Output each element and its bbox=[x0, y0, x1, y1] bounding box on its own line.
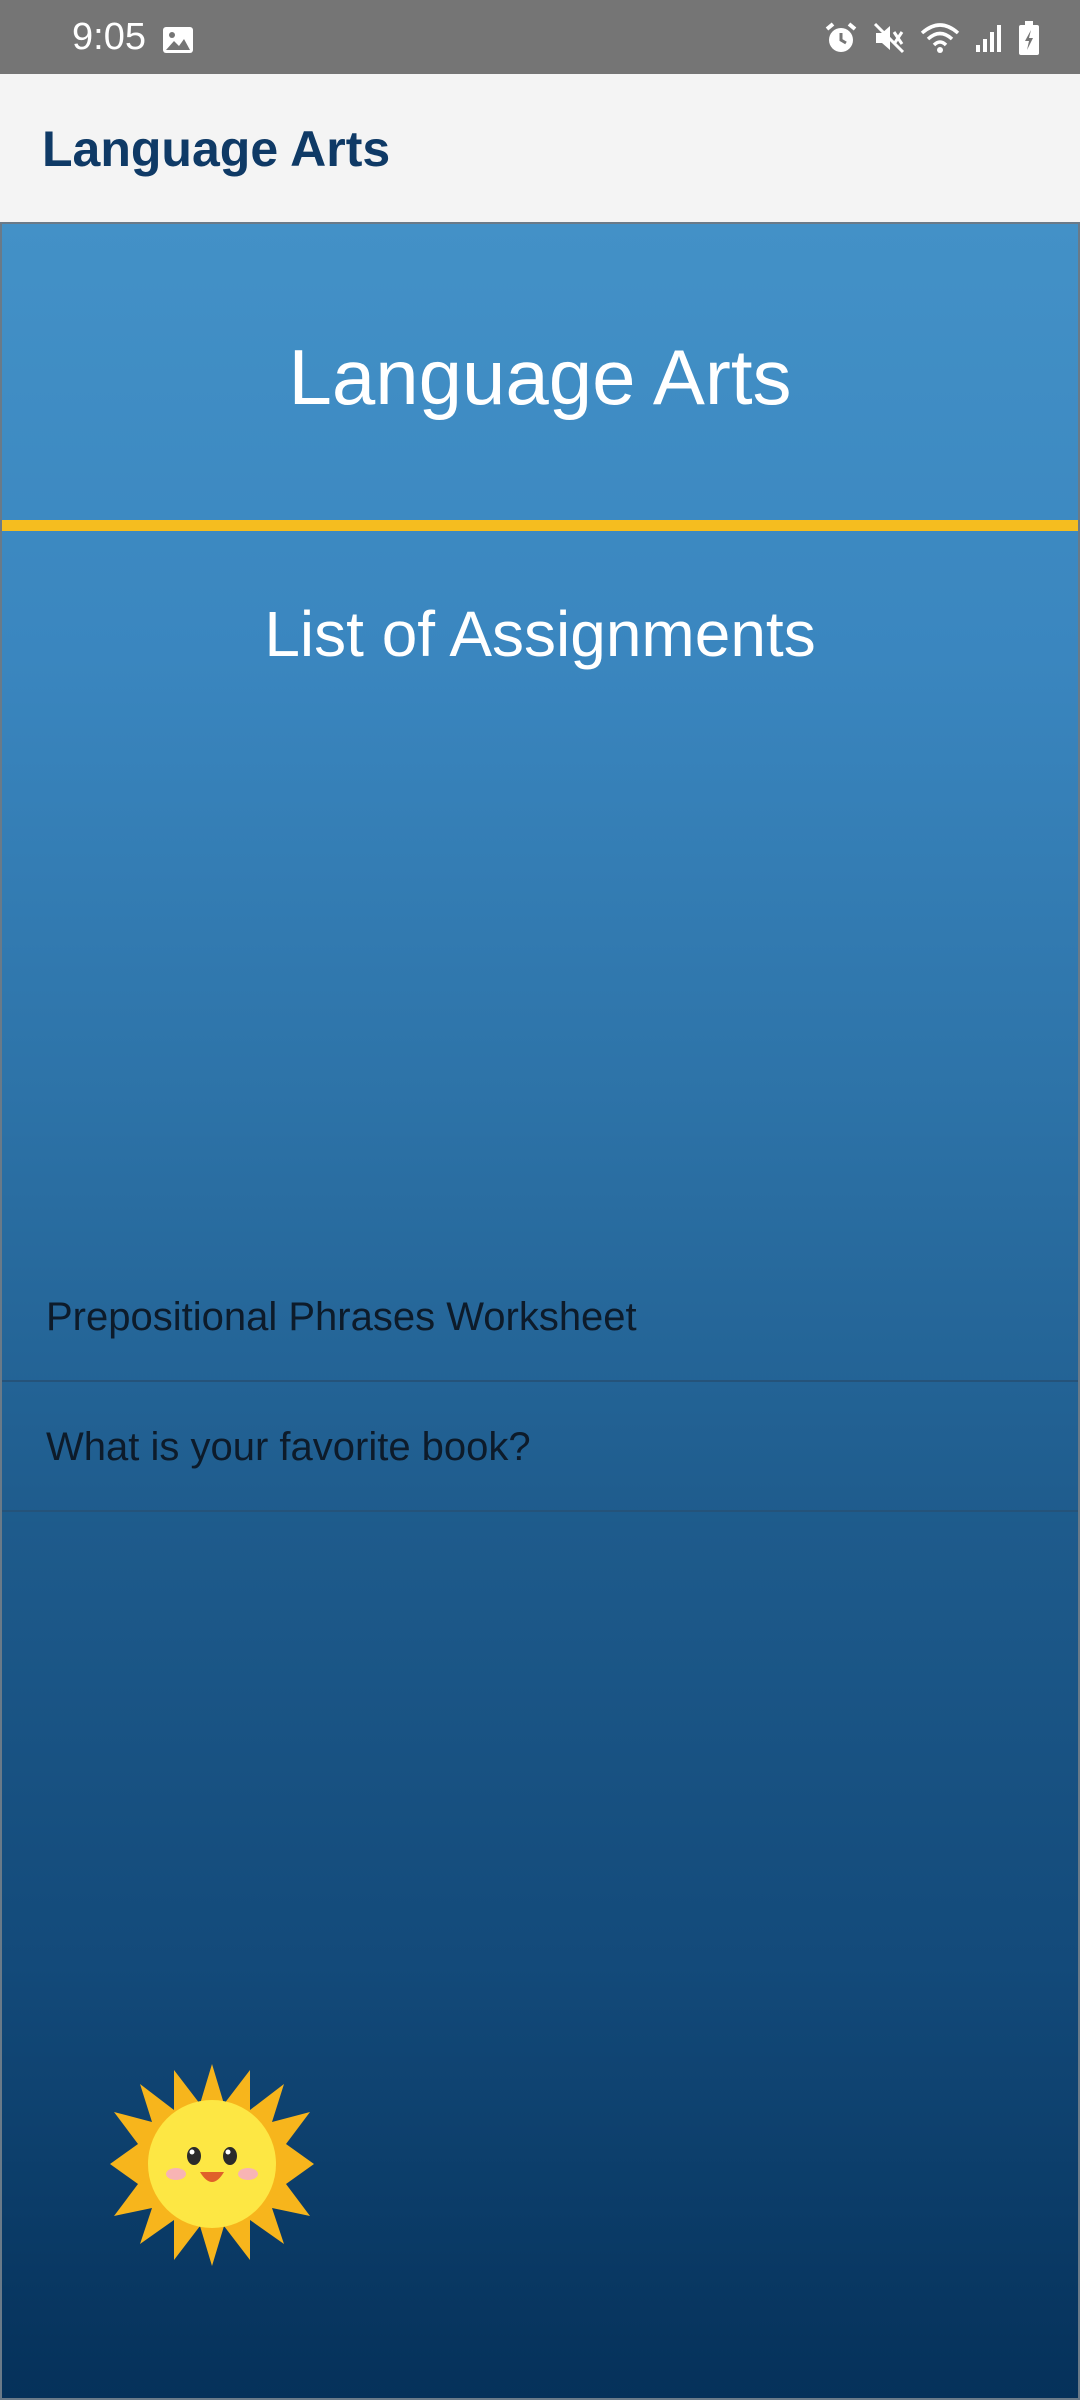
status-time: 9:05 bbox=[72, 16, 146, 58]
section-heading: List of Assignments bbox=[264, 598, 816, 670]
assignment-list: Prepositional Phrases Worksheet What is … bbox=[2, 1252, 1078, 1512]
wifi-icon bbox=[920, 21, 960, 55]
assignment-item-favorite-book[interactable]: What is your favorite book? bbox=[2, 1382, 1078, 1512]
assignment-label: Prepositional Phrases Worksheet bbox=[46, 1295, 637, 1339]
mute-icon bbox=[872, 21, 906, 55]
alarm-icon bbox=[824, 21, 858, 55]
hero-title: Language Arts bbox=[288, 333, 792, 421]
status-icons bbox=[824, 20, 1040, 56]
status-bar: 9:05 bbox=[0, 0, 1080, 74]
app-bar: Language Arts bbox=[0, 74, 1080, 222]
assignment-item-prepositional-phrases[interactable]: Prepositional Phrases Worksheet bbox=[2, 1252, 1078, 1382]
signal-icon bbox=[974, 23, 1004, 53]
accent-divider bbox=[2, 520, 1078, 531]
assignment-label: What is your favorite book? bbox=[46, 1425, 531, 1469]
sun-mascot-icon bbox=[110, 2062, 314, 2266]
app-bar-title: Language Arts bbox=[42, 121, 391, 177]
image-icon bbox=[162, 26, 194, 54]
main-content: Language Arts List of Assignments Prepos… bbox=[0, 222, 1080, 2400]
battery-charging-icon bbox=[1018, 20, 1040, 56]
